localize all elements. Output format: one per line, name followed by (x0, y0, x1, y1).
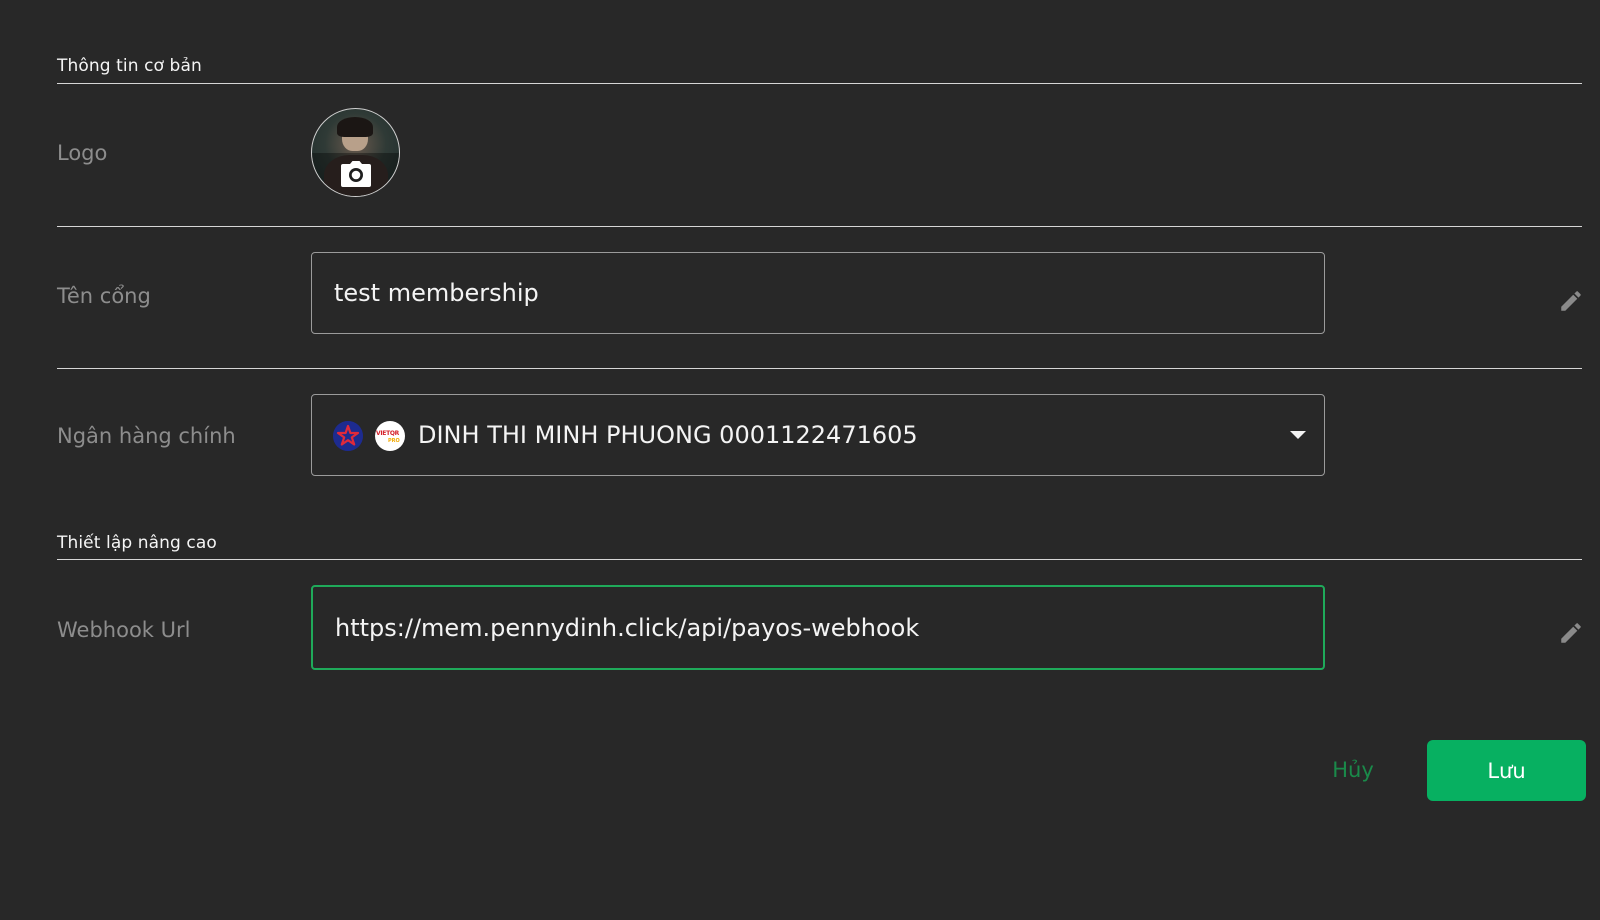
webhook-label: Webhook Url (57, 618, 191, 642)
vietqr-logo-text: VIETQR (376, 430, 399, 437)
camera-icon[interactable] (340, 160, 372, 188)
section-divider (57, 559, 1582, 560)
main-bank-value: DINH THI MINH PHUONG 0001122471605 (418, 421, 918, 449)
pencil-icon[interactable] (1558, 620, 1584, 646)
vietqr-logo-sub: PRO (388, 438, 400, 444)
webhook-url-value[interactable]: https://mem.pennydinh.click/api/payos-we… (335, 614, 919, 642)
caret-down-icon[interactable] (1290, 431, 1306, 439)
logo-label: Logo (57, 141, 108, 165)
section-divider (57, 83, 1582, 84)
section-title-advanced: Thiết lập nâng cao (57, 533, 217, 553)
row-divider (57, 226, 1582, 227)
webhook-url-input[interactable]: https://mem.pennydinh.click/api/payos-we… (311, 585, 1325, 670)
row-divider (57, 368, 1582, 369)
section-title-basic-info: Thông tin cơ bản (57, 56, 202, 76)
cancel-button[interactable]: Hủy (1313, 740, 1393, 800)
save-button[interactable]: Lưu (1427, 740, 1586, 801)
avatar-photo-hair (337, 117, 373, 137)
star-bank-logo (333, 421, 363, 451)
logo-avatar-upload[interactable] (311, 108, 400, 197)
gateway-name-value[interactable]: test membership (334, 279, 539, 307)
vietqr-logo: VIETQR PRO (375, 421, 405, 451)
pencil-icon[interactable] (1558, 288, 1584, 314)
gateway-name-input[interactable]: test membership (311, 252, 1325, 334)
portal-settings-form: Thông tin cơ bản Logo Tên cổng test memb… (0, 0, 1600, 920)
main-bank-label: Ngân hàng chính (57, 424, 236, 448)
gateway-name-label: Tên cổng (57, 284, 151, 308)
star-icon (333, 421, 363, 451)
main-bank-select[interactable]: VIETQR PRO DINH THI MINH PHUONG 00011224… (311, 394, 1325, 476)
